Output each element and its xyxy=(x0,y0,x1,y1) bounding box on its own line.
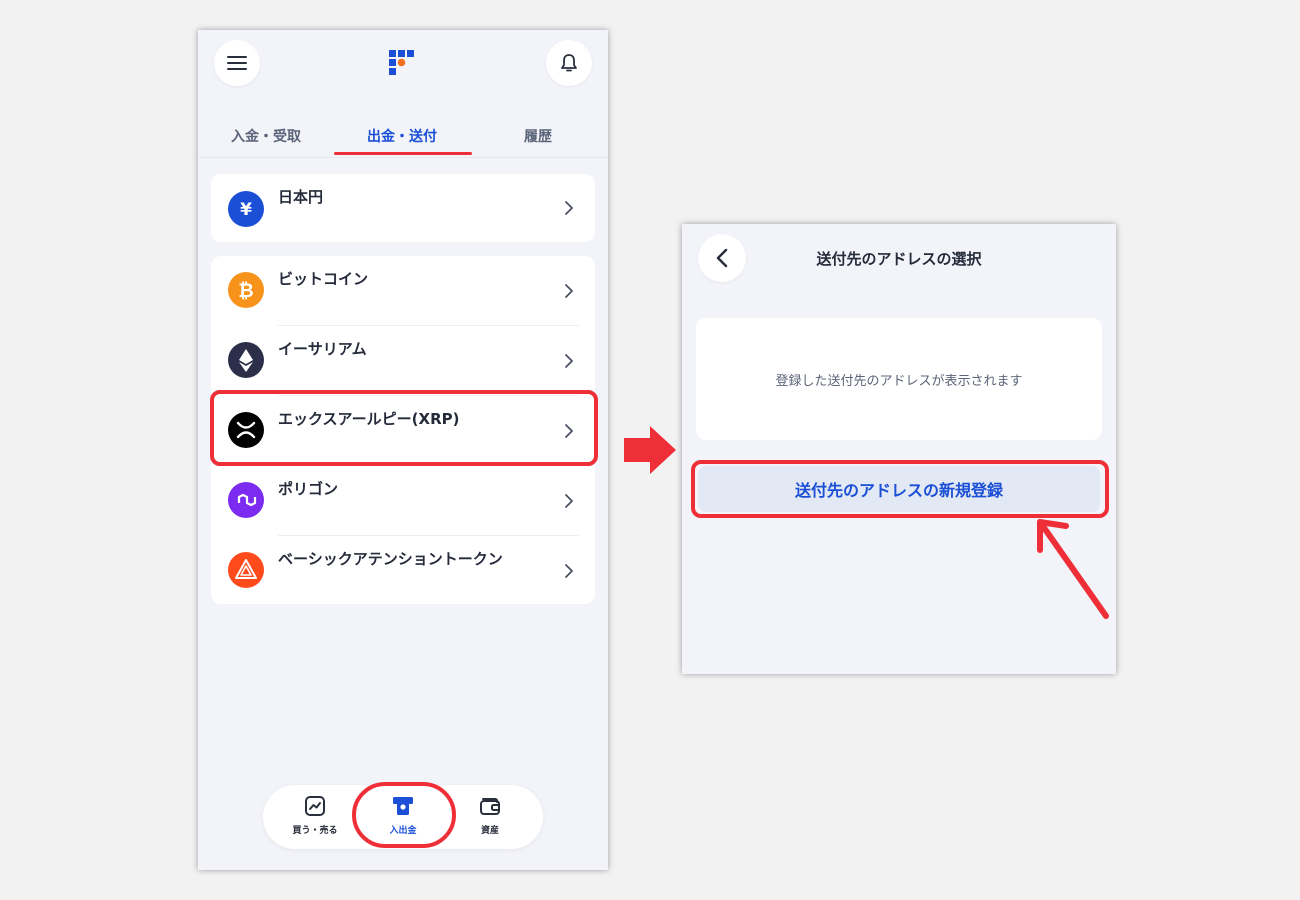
list-item-label: ベーシックアテンショントークン xyxy=(278,550,503,568)
page-title: 送付先のアドレスの選択 xyxy=(816,250,982,268)
nav-assets[interactable]: 資産 xyxy=(450,795,530,836)
list-item-label: ビットコイン xyxy=(278,270,369,288)
list-item-label: 日本円 xyxy=(278,188,324,206)
empty-address-card: 登録した送付先のアドレスが表示されます xyxy=(696,318,1102,440)
menu-button[interactable] xyxy=(214,40,260,86)
chevron-right-icon xyxy=(565,564,573,578)
yen-icon: ¥ xyxy=(228,191,264,227)
list-item-btc[interactable]: ₿ ビットコイン xyxy=(211,256,595,326)
active-tab-indicator xyxy=(334,152,472,155)
chevron-right-icon xyxy=(565,494,573,508)
list-item-bat[interactable]: ベーシックアテンショントークン xyxy=(211,536,595,606)
list-item-label: ポリゴン xyxy=(278,480,339,498)
pointer-arrow-icon xyxy=(1037,519,1109,619)
polygon-icon xyxy=(228,482,264,518)
chart-icon xyxy=(305,796,325,816)
right-arrow-icon xyxy=(624,426,676,474)
ethereum-icon xyxy=(228,342,264,378)
nav-label: 資産 xyxy=(480,826,499,836)
notification-button[interactable] xyxy=(546,40,592,86)
tab-bar: 入金・受取 出金・送付 履歴 xyxy=(198,118,608,158)
list-item-label: イーサリアム xyxy=(278,340,367,358)
chevron-right-icon xyxy=(565,284,573,298)
nav-buy-sell[interactable]: 買う・売る xyxy=(275,795,355,836)
app-logo-icon xyxy=(389,50,414,75)
list-item-eth[interactable]: イーサリアム xyxy=(211,326,595,396)
bitcoin-icon: ₿ xyxy=(228,272,264,308)
bell-icon xyxy=(561,54,577,72)
chevron-right-icon xyxy=(565,201,573,215)
tab-deposit-receive[interactable]: 入金・受取 xyxy=(198,126,334,146)
wallet-icon xyxy=(480,798,500,815)
chevron-right-icon xyxy=(565,354,573,368)
list-item-jpy[interactable]: ¥ 日本円 xyxy=(211,174,595,244)
svg-text:₿: ₿ xyxy=(238,280,253,302)
bat-icon xyxy=(228,552,264,588)
nav-label: 買う・売る xyxy=(292,826,338,836)
nav-highlight-box xyxy=(352,782,456,848)
empty-message: 登録した送付先のアドレスが表示されます xyxy=(775,373,1023,389)
hamburger-menu-icon xyxy=(227,56,247,70)
list-item-polygon[interactable]: ポリゴン xyxy=(211,466,595,536)
xrp-highlight-box xyxy=(210,390,598,466)
svg-text:¥: ¥ xyxy=(240,200,252,220)
tab-history[interactable]: 履歴 xyxy=(470,126,606,146)
new-address-highlight-box xyxy=(691,460,1109,518)
tab-withdraw-send[interactable]: 出金・送付 xyxy=(334,126,470,146)
fiat-list: ¥ 日本円 xyxy=(211,174,595,242)
